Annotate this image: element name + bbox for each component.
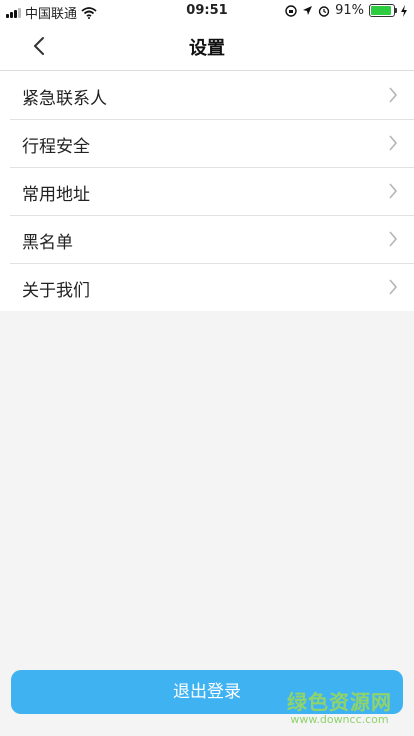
chevron-right-icon — [389, 279, 398, 295]
watermark-url: www.downcc.com — [290, 713, 389, 726]
page-title: 设置 — [189, 38, 225, 59]
settings-item-label: 常用地址 — [22, 185, 90, 205]
battery-icon — [369, 4, 397, 17]
battery-percent: 91% — [335, 3, 364, 18]
nav-bar: 设置 — [0, 22, 414, 71]
status-right: 91% — [285, 3, 408, 18]
settings-item-emergency-contacts[interactable]: 紧急联系人 — [0, 71, 414, 119]
settings-item-label: 行程安全 — [22, 137, 90, 157]
chevron-right-icon — [389, 231, 398, 247]
settings-item-label: 紧急联系人 — [22, 89, 107, 109]
settings-item-trip-safety[interactable]: 行程安全 — [0, 119, 414, 167]
settings-list: 紧急联系人 行程安全 常用地址 黑名单 关于我们 — [0, 71, 414, 311]
settings-item-common-addresses[interactable]: 常用地址 — [0, 167, 414, 215]
settings-item-blacklist[interactable]: 黑名单 — [0, 215, 414, 263]
alarm-icon — [318, 5, 330, 17]
settings-item-about-us[interactable]: 关于我们 — [0, 263, 414, 311]
chevron-right-icon — [389, 183, 398, 199]
orientation-lock-icon — [285, 4, 297, 17]
logout-button[interactable]: 退出登录 — [11, 670, 403, 714]
chevron-left-icon[interactable] — [28, 34, 50, 58]
location-arrow-icon — [303, 6, 313, 15]
chevron-right-icon — [389, 87, 398, 103]
status-bar: 中国联通 09:51 91% — [0, 0, 414, 22]
settings-item-label: 黑名单 — [22, 233, 73, 253]
settings-item-label: 关于我们 — [22, 281, 90, 301]
charging-icon — [401, 4, 407, 17]
battery-level — [371, 6, 391, 15]
chevron-right-icon — [389, 135, 398, 151]
